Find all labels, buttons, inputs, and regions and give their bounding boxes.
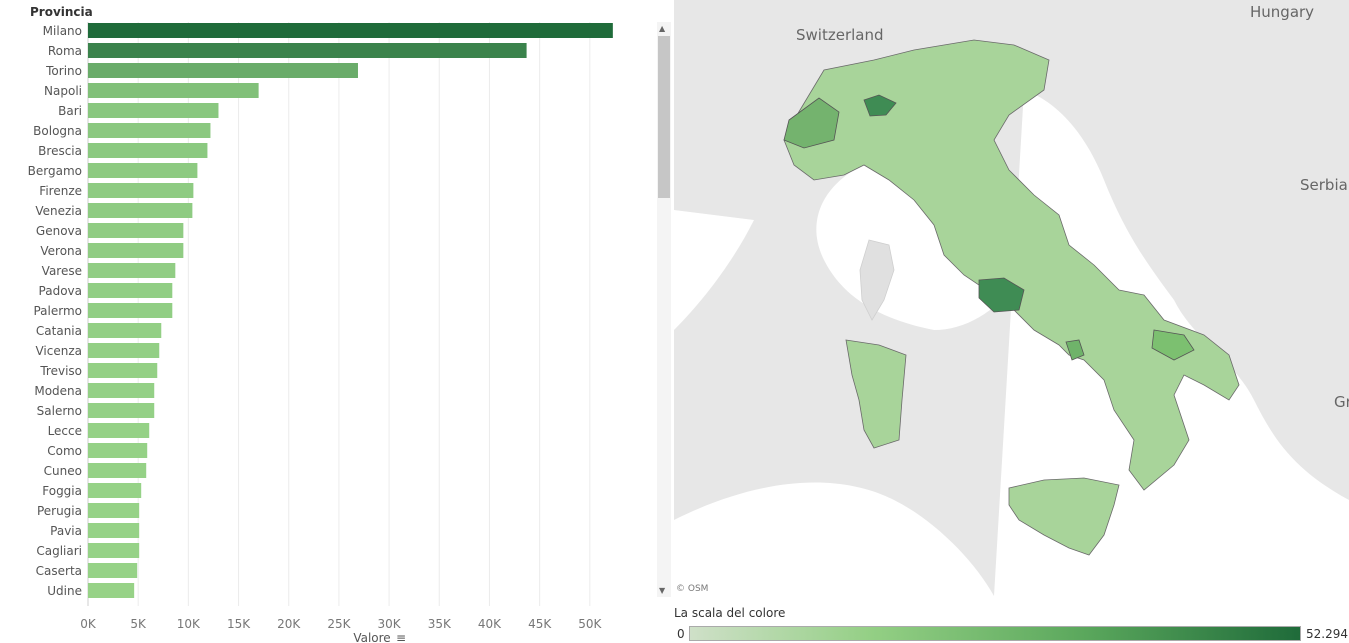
bar-foggia[interactable]: [88, 483, 142, 498]
bar-lecce[interactable]: [88, 423, 150, 438]
bar-brescia[interactable]: [88, 143, 208, 158]
category-label: Treviso: [39, 364, 82, 378]
category-label: Pavia: [50, 524, 82, 538]
category-label: Roma: [48, 44, 82, 58]
bar-chart: Provincia 0K 5K 10K 15K 20K 25K 30K 35K 40K 45K 50K…: [28, 5, 613, 643]
bar-caserta[interactable]: [88, 563, 138, 578]
category-label: Verona: [40, 244, 82, 258]
category-label: Cuneo: [44, 464, 82, 478]
category-label: Torino: [45, 64, 82, 78]
x-axis-title: Valore: [353, 631, 390, 643]
bar-chart-panel: Provincia 0K 5K 10K 15K 20K 25K 30K 35K 40K 45K 50K…: [0, 0, 672, 643]
country-label-greece: Gr: [1334, 393, 1349, 411]
x-tick-label: 30K: [378, 617, 402, 631]
category-label: Brescia: [38, 144, 82, 158]
bar-roma[interactable]: [88, 43, 527, 58]
bar-venezia[interactable]: [88, 203, 193, 218]
category-label: Foggia: [42, 484, 82, 498]
x-tick-label: 25K: [327, 617, 351, 631]
bar-cuneo[interactable]: [88, 463, 147, 478]
bar-napoli[interactable]: [88, 83, 259, 98]
category-label: Genova: [36, 224, 82, 238]
bar-como[interactable]: [88, 443, 148, 458]
scrollbar-thumb[interactable]: [658, 36, 670, 198]
row-header: Provincia: [30, 5, 93, 19]
x-tick-label: 0K: [80, 617, 97, 631]
category-label: Perugia: [37, 504, 82, 518]
legend-min-value: 0: [677, 627, 685, 641]
category-label: Udine: [47, 584, 82, 598]
map-panel[interactable]: Switzerland Hungary Serbia Gr © OSM: [674, 0, 1349, 596]
bar-treviso[interactable]: [88, 363, 158, 378]
sort-icon[interactable]: ≡: [396, 631, 406, 643]
bar-genova[interactable]: [88, 223, 184, 238]
map-attribution[interactable]: © OSM: [676, 584, 708, 594]
category-label: Venezia: [35, 204, 82, 218]
scroll-down-icon[interactable]: ▼: [659, 586, 665, 595]
category-label: Catania: [36, 324, 82, 338]
category-label: Lecce: [48, 424, 82, 438]
x-tick-label: 40K: [478, 617, 502, 631]
bar-perugia[interactable]: [88, 503, 140, 518]
scroll-up-icon[interactable]: ▲: [659, 24, 665, 33]
category-label: Napoli: [44, 84, 82, 98]
color-legend: La scala del colore 0 52.294: [674, 598, 1349, 643]
category-label: Salerno: [37, 404, 82, 418]
category-label: Modena: [34, 384, 82, 398]
bar-bergamo[interactable]: [88, 163, 198, 178]
legend-max-value: 52.294: [1306, 627, 1348, 641]
bar-milano[interactable]: [88, 23, 613, 38]
x-tick-label: 35K: [428, 617, 452, 631]
country-label-serbia: Serbia: [1300, 176, 1348, 194]
bar-pavia[interactable]: [88, 523, 140, 538]
legend-title: La scala del colore: [674, 606, 786, 620]
x-tick-label: 15K: [227, 617, 251, 631]
country-label-switzerland: Switzerland: [796, 26, 884, 44]
bar-modena[interactable]: [88, 383, 155, 398]
category-label: Varese: [42, 264, 82, 278]
x-tick-label: 20K: [277, 617, 301, 631]
x-tick-label: 5K: [130, 617, 147, 631]
category-label: Caserta: [36, 564, 82, 578]
bar-cagliari[interactable]: [88, 543, 140, 558]
x-tick-label: 10K: [177, 617, 201, 631]
bar-padova[interactable]: [88, 283, 173, 298]
bar-torino[interactable]: [88, 63, 358, 78]
category-label: Cagliari: [36, 544, 82, 558]
x-tick-label: 45K: [528, 617, 552, 631]
bar-varese[interactable]: [88, 263, 176, 278]
category-label: Como: [47, 444, 82, 458]
legend-color-ramp: [689, 626, 1301, 641]
vertical-scrollbar[interactable]: ▲ ▼: [657, 22, 671, 597]
category-label: Bergamo: [28, 164, 82, 178]
category-label: Firenze: [39, 184, 82, 198]
bar-udine[interactable]: [88, 583, 135, 598]
category-label: Palermo: [33, 304, 82, 318]
category-label: Bologna: [33, 124, 82, 138]
bar-salerno[interactable]: [88, 403, 155, 418]
bar-bari[interactable]: [88, 103, 219, 118]
category-label: Padova: [39, 284, 82, 298]
bar-palermo[interactable]: [88, 303, 173, 318]
x-tick-label: 50K: [578, 617, 602, 631]
bar-catania[interactable]: [88, 323, 162, 338]
category-label: Bari: [58, 104, 82, 118]
category-label: Milano: [43, 24, 82, 38]
bar-vicenza[interactable]: [88, 343, 160, 358]
country-label-hungary: Hungary: [1250, 3, 1314, 21]
bar-firenze[interactable]: [88, 183, 194, 198]
category-label: Vicenza: [35, 344, 82, 358]
bar-bologna[interactable]: [88, 123, 211, 138]
italy-map[interactable]: Switzerland Hungary Serbia Gr: [674, 0, 1349, 596]
bar-verona[interactable]: [88, 243, 184, 258]
